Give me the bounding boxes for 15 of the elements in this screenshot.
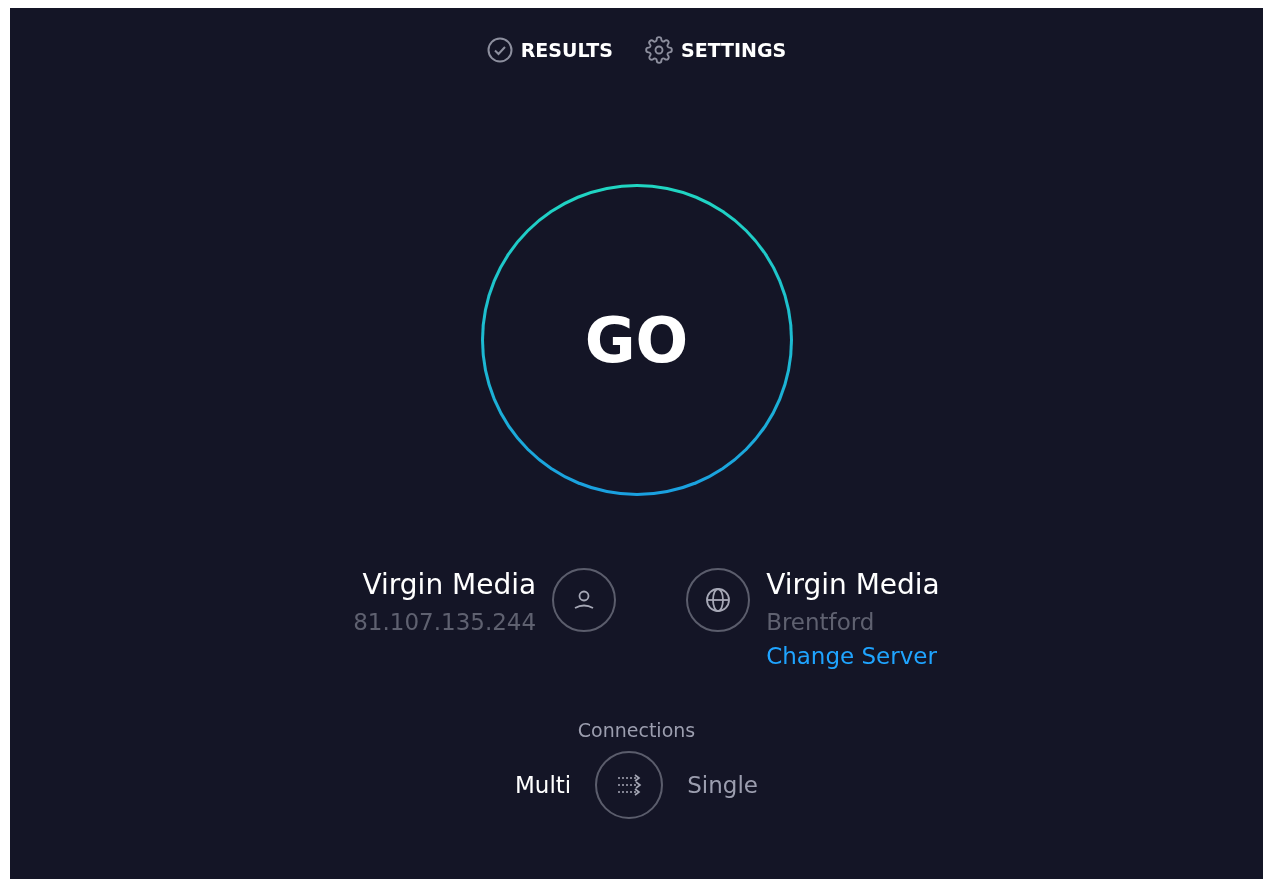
globe-icon — [686, 568, 751, 632]
connections-label: Connections — [577, 719, 696, 741]
server-name: Virgin Media — [766, 568, 940, 601]
connection-option[interactable]: Multi — [509, 771, 578, 799]
settings-icon — [645, 36, 673, 64]
connection-option[interactable]: Single — [681, 771, 764, 799]
connections-toggle-icon[interactable] — [595, 751, 664, 819]
nav-link[interactable]: SETTINGS — [645, 36, 787, 64]
isp-name: Virgin Media — [362, 568, 537, 601]
user-icon — [552, 568, 617, 632]
check-circle-icon — [486, 37, 513, 63]
ip-address: 81.107.135.244 — [353, 609, 537, 635]
change-server-link[interactable]: Change Server — [766, 643, 937, 669]
server-location: Brentford — [766, 609, 875, 635]
nav-link[interactable]: RESULTS — [486, 36, 613, 64]
